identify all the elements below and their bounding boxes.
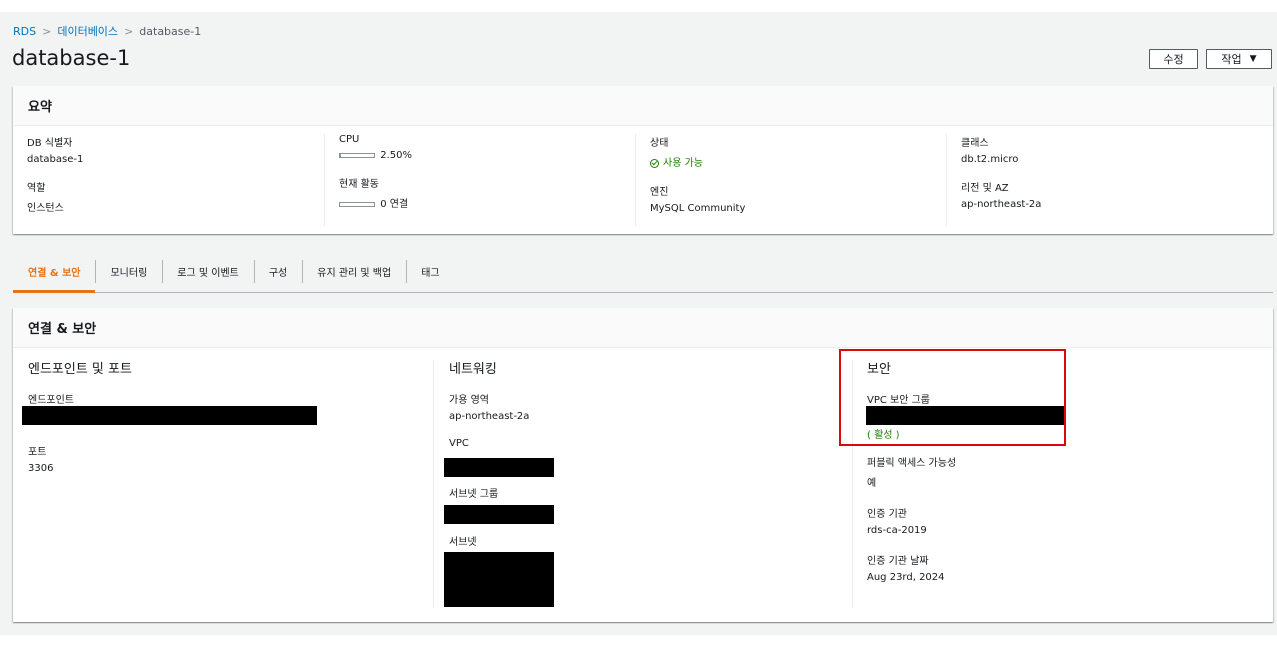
check-circle-icon (650, 158, 659, 168)
summary-column-status: 상태 사용 가능 엔진 MySQL Community (635, 134, 946, 226)
current-activity-label: 현재 활동 (339, 179, 379, 190)
endpoint-port-heading: 엔드포인트 및 포트 (28, 362, 132, 377)
chevron-right-icon: > (42, 24, 52, 38)
class-value: db.t2.micro (961, 154, 1019, 165)
actions-button-label: 작업 (1221, 53, 1242, 66)
port-label: 포트 (28, 447, 47, 458)
engine-value: MySQL Community (650, 203, 746, 214)
db-identifier-value: database-1 (27, 154, 84, 165)
subnets-label: 서브넷 (449, 537, 477, 548)
cpu-value: 2.50% (380, 150, 412, 161)
availability-zone-label: 가용 영역 (449, 395, 489, 406)
certificate-authority-value: rds-ca-2019 (867, 525, 927, 536)
caret-down-icon: ▼ (1249, 54, 1257, 64)
endpoint-label: 엔드포인트 (28, 395, 74, 406)
summary-panel: 요약 DB 식별자 database-1 역할 인스턴스 CPU 2.50% 현… (13, 86, 1273, 234)
breadcrumb-rds[interactable]: RDS (13, 25, 36, 38)
tab-maintenance-backups[interactable]: 유지 관리 및 백업 (302, 251, 406, 292)
status-label: 상태 (650, 138, 669, 149)
class-label: 클래스 (961, 138, 989, 149)
tab-logs-events[interactable]: 로그 및 이벤트 (162, 251, 254, 292)
redacted-subnets (444, 552, 554, 607)
cpu-usage-fill (340, 153, 341, 157)
redacted-subnet-group (444, 505, 554, 524)
tab-configuration[interactable]: 구성 (253, 251, 302, 292)
availability-zone-value: ap-northeast-2a (449, 411, 530, 422)
modify-button[interactable]: 수정 (1149, 49, 1198, 69)
actions-dropdown-button[interactable]: 작업 ▼ (1206, 49, 1272, 69)
tab-connectivity-security[interactable]: 연결 & 보안 (13, 251, 96, 293)
connectivity-security-panel: 연결 & 보안 엔드포인트 및 포트 엔드포인트 포트 3306 네트워킹 가용… (13, 308, 1273, 622)
certificate-date-label: 인증 기관 날짜 (867, 556, 929, 567)
role-label: 역할 (27, 183, 46, 194)
detail-tabs: 연결 & 보안 모니터링 로그 및 이벤트 구성 유지 관리 및 백업 태그 (13, 251, 1273, 293)
summary-column-class: 클래스 db.t2.micro 리전 및 AZ ap-northeast-2a (946, 134, 1257, 226)
region-az-label: 리전 및 AZ (961, 183, 1009, 194)
activity-bar (339, 201, 375, 207)
modify-button-label: 수정 (1163, 53, 1184, 66)
summary-column-identity: DB 식별자 database-1 역할 인스턴스 (13, 134, 324, 226)
redacted-endpoint (22, 406, 317, 425)
vpc-label: VPC (449, 438, 469, 449)
engine-label: 엔진 (650, 187, 669, 198)
certificate-date-value: Aug 23rd, 2024 (867, 572, 945, 583)
tab-monitoring[interactable]: 모니터링 (95, 251, 162, 292)
security-highlight-box (839, 349, 1066, 446)
status-value: 사용 가능 (663, 158, 703, 169)
role-value: 인스턴스 (27, 203, 64, 214)
tab-tags[interactable]: 태그 (406, 251, 454, 292)
breadcrumb-databases[interactable]: 데이터베이스 (57, 23, 118, 39)
column-divider (433, 360, 434, 608)
public-access-value: 예 (867, 478, 877, 489)
networking-heading: 네트워킹 (449, 362, 497, 377)
summary-column-metrics: CPU 2.50% 현재 활동 0 연결 (324, 134, 635, 226)
port-value: 3306 (28, 463, 54, 474)
current-activity-value: 0 연결 (380, 199, 409, 210)
summary-title: 요약 (13, 86, 1273, 126)
certificate-authority-label: 인증 기관 (867, 509, 907, 520)
cpu-usage-bar (339, 152, 375, 158)
breadcrumb: RDS > 데이터베이스 > database-1 (13, 23, 201, 39)
chevron-right-icon: > (124, 24, 134, 38)
public-access-label: 퍼블릭 액세스 가능성 (867, 458, 957, 469)
region-az-value: ap-northeast-2a (961, 199, 1042, 210)
redacted-vpc (444, 458, 554, 477)
db-identifier-label: DB 식별자 (27, 138, 73, 149)
page-title: database-1 (12, 46, 131, 70)
connectivity-title: 연결 & 보안 (13, 308, 1273, 348)
breadcrumb-current: database-1 (139, 24, 202, 38)
cpu-label: CPU (339, 134, 360, 145)
subnet-group-label: 서브넷 그룹 (449, 489, 499, 500)
